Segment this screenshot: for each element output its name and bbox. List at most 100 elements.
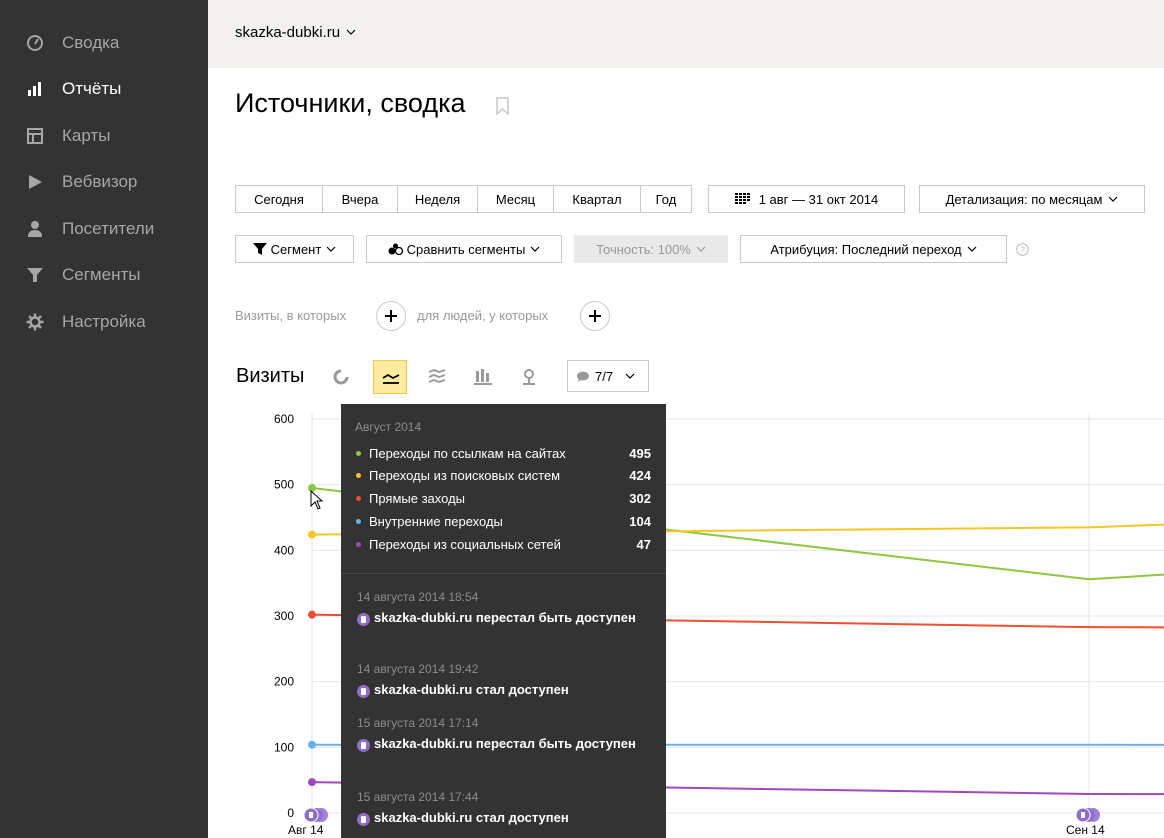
sidebar-item-label: Вебвизор [62,172,138,191]
period-week-button[interactable]: Неделя [397,185,477,213]
event-text: skazka-dubki.ru перестал быть доступен [374,736,636,751]
sidebar: Сводка Отчёты Карты Вебвизор Посетители … [0,0,208,838]
calendar-icon [734,193,750,204]
chevron-down-icon [346,29,356,35]
chart-heading: Визиты [236,365,305,387]
y-tick-label: 300 [274,609,294,623]
visits-filter-label: Визиты, в которых [235,308,347,323]
segment-label: Сегмент [270,241,322,257]
sidebar-item-summary[interactable]: Сводка [0,23,208,63]
sidebar-item-label: Посетители [62,219,155,238]
series-dot [356,451,361,456]
x-tick-label: Авг 14 [288,823,324,837]
compare-segments-button[interactable]: Сравнить сегменты [366,235,562,263]
tooltip-row-name: Переходы из поисковых систем [369,468,561,483]
y-tick-label: 0 [287,806,294,820]
plus-icon [589,310,601,322]
chevron-down-icon [696,246,706,252]
tooltip-row-name: Прямые заходы [369,491,466,506]
event-date: 14 августа 2014 18:54 [357,590,479,604]
accuracy-label: Точность: 100% [596,241,691,257]
plus-icon [385,310,397,322]
y-tick-label: 400 [274,543,294,557]
gear-icon [26,313,44,331]
tooltip-row-name: Внутренние переходы [369,514,503,529]
sidebar-item-settings[interactable]: Настройка [0,302,208,342]
data-point[interactable] [308,778,316,787]
chart-tooltip: Август 2014 Переходы по ссылкам на сайта… [341,404,666,838]
tooltip-row: Переходы по ссылкам на сайтах 495 [355,445,651,463]
add-visit-condition-button[interactable] [376,301,406,331]
sidebar-item-maps[interactable]: Карты [0,116,208,156]
period-today-button[interactable]: Сегодня [235,185,322,213]
sidebar-item-visitors[interactable]: Посетители [0,209,208,249]
series-dot [356,519,361,524]
play-icon [29,175,42,189]
sidebar-item-label: Настройка [62,312,146,331]
sidebar-item-webvisor[interactable]: Вебвизор [0,162,208,202]
site-name: skazka-dubki.ru [235,24,341,41]
segment-button[interactable]: Сегмент [235,235,354,263]
sidebar-item-segments[interactable]: Сегменты [0,255,208,295]
help-icon[interactable]: ? [1016,243,1029,256]
metrica-event-icon [357,613,370,626]
map-icon [27,128,43,144]
period-quarter-button[interactable]: Квартал [553,185,640,213]
attribution-label: Атрибуция: Последний переход [770,241,962,257]
funnel-icon [27,268,43,282]
date-range-label: 1 авг — 31 окт 2014 [758,191,879,207]
accuracy-select[interactable]: Точность: 100% [574,235,728,263]
y-tick-label: 600 [274,412,294,426]
detail-select[interactable]: Детализация: по месяцам [919,185,1145,213]
line-chart-icon [382,373,400,384]
column-chart-type-button[interactable] [466,360,500,394]
chevron-down-icon [530,246,540,252]
area-chart-type-button[interactable] [420,360,454,394]
bookmark-icon[interactable] [496,97,509,115]
event-markers-icon[interactable] [303,806,329,824]
chevron-down-icon [967,246,977,252]
period-year-button[interactable]: Год [640,185,692,213]
data-point[interactable] [308,740,316,749]
top-bar: skazka-dubki.ru [208,0,1164,68]
tooltip-month: Август 2014 [355,420,422,434]
tooltip-row-value: 104 [629,514,651,529]
tooltip-row-value: 495 [629,446,651,461]
event-date: 15 августа 2014 17:44 [357,790,479,804]
tooltip-row-value: 424 [629,468,651,483]
y-tick-label: 100 [274,740,294,754]
tooltip-row-value: 302 [629,491,651,506]
event-markers-icon[interactable] [1075,806,1101,824]
data-point[interactable] [308,610,316,619]
drops-icon [388,243,403,255]
data-point[interactable] [308,530,316,539]
event-date: 14 августа 2014 19:42 [357,662,479,676]
tooltip-row: Переходы из социальных сетей 47 [355,536,651,554]
period-yesterday-button[interactable]: Вчера [322,185,397,213]
page-title: Источники, сводка [235,88,466,118]
map-chart-type-button[interactable] [512,360,546,394]
people-filter-label: для людей, у которых [417,308,549,323]
line-chart-type-button[interactable] [373,360,407,394]
y-tick-label: 500 [274,478,294,492]
attribution-select[interactable]: Атрибуция: Последний переход [740,235,1007,263]
funnel-icon [252,243,267,255]
series-selector-button[interactable]: 7/7 [567,360,649,392]
series-dot [356,473,361,478]
pie-chart-type-button[interactable] [324,360,358,394]
period-month-button[interactable]: Месяц [477,185,553,213]
tooltip-row-name: Переходы по ссылкам на сайтах [369,446,566,461]
site-selector[interactable]: skazka-dubki.ru [235,24,356,41]
sidebar-item-reports[interactable]: Отчёты [0,69,208,109]
tooltip-row-value: 47 [636,537,651,552]
date-range-button[interactable]: 1 авг — 31 окт 2014 [708,185,905,213]
user-icon [28,221,42,237]
pie-chart-icon [333,369,349,385]
event-text: skazka-dubki.ru перестал быть доступен [374,610,636,625]
series-dot [356,542,361,547]
metrica-event-icon [357,685,370,698]
add-people-condition-button[interactable] [580,301,610,331]
mouse-cursor-icon [310,490,324,510]
series-dot [356,496,361,501]
sidebar-item-label: Отчёты [62,79,122,98]
